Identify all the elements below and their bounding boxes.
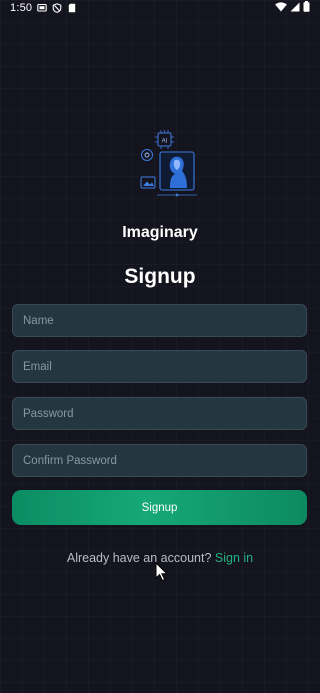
confirm-password-field[interactable] [12, 444, 307, 477]
password-field[interactable] [12, 397, 307, 430]
mouse-pointer-icon [155, 561, 169, 582]
status-bar: 1:50 [0, 0, 320, 16]
brand-name: Imaginary [122, 224, 198, 241]
ai-chip-icon: AI [155, 130, 174, 149]
signup-button[interactable]: Signup [12, 490, 307, 525]
wifi-icon [275, 0, 287, 17]
sd-card-icon [67, 3, 77, 13]
name-field[interactable] [12, 304, 307, 337]
portrait-frame [157, 151, 197, 197]
shield-icon [52, 3, 62, 13]
battery-icon [303, 0, 310, 17]
status-left: 1:50 [10, 2, 77, 14]
email-field[interactable] [12, 350, 307, 383]
image-icon [140, 176, 156, 189]
sign-in-link[interactable]: Sign in [215, 551, 253, 565]
status-right [275, 0, 310, 17]
signup-screen: 1:50 AI Imaginary Signup Name Email Sign… [0, 0, 320, 693]
ai-portrait-illustration: AI [137, 128, 197, 198]
svg-text:AI: AI [162, 139, 168, 145]
status-time: 1:50 [10, 2, 33, 14]
at-sign-icon [141, 149, 153, 161]
cell-signal-icon [290, 0, 300, 17]
screen-cast-icon [37, 3, 47, 13]
page-title: Signup [124, 265, 196, 288]
signin-prompt-text: Already have an account? [66, 551, 215, 565]
